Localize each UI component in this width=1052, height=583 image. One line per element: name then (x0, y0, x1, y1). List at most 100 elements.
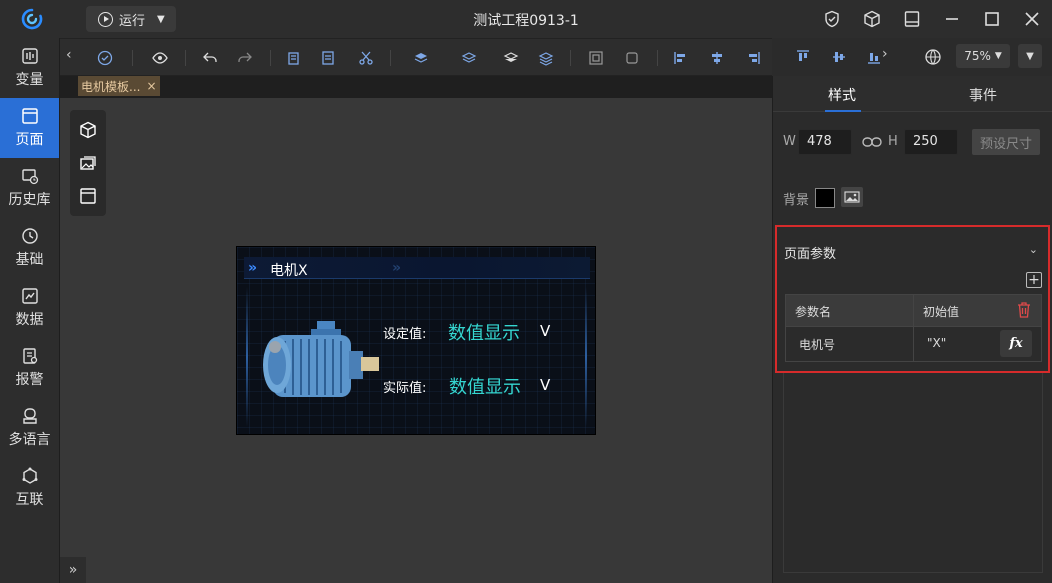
check-icon[interactable] (95, 48, 115, 68)
page-params-section: 页面参数 ⌄ + 参数名 初始值 电机号 "X" fx (775, 225, 1050, 373)
layer-top-icon[interactable] (411, 48, 431, 68)
tab-events[interactable]: 事件 (969, 85, 997, 105)
editor-toolbar: ‹ (60, 38, 772, 76)
shield-icon[interactable] (812, 8, 852, 30)
sidebar-item-alarm[interactable]: 报警 (0, 338, 59, 398)
align-left-icon[interactable] (671, 48, 691, 68)
sidebar-item-basic[interactable]: 基础 (0, 218, 59, 278)
plus-icon: + (1028, 272, 1040, 288)
layer-down-icon[interactable] (501, 48, 521, 68)
cut-icon[interactable] (356, 48, 376, 68)
align-top-icon[interactable] (793, 47, 813, 67)
chevron-down-icon: ▼ (157, 13, 165, 25)
paste-icon[interactable] (318, 48, 338, 68)
sidebar-item-pages[interactable]: 页面 (0, 98, 59, 158)
image-gallery-icon[interactable] (79, 154, 97, 172)
minimize-icon[interactable] (932, 8, 972, 30)
group-icon[interactable] (586, 48, 606, 68)
right-accent-line (585, 287, 587, 427)
width-input[interactable]: 478 (798, 129, 852, 155)
background-color-swatch[interactable] (815, 188, 835, 208)
sidebar-item-history[interactable]: 历史库 (0, 158, 59, 218)
ungroup-icon[interactable] (622, 48, 642, 68)
toolbar-scroll-left-icon[interactable]: ‹ (66, 47, 72, 63)
toolbar-scroll-right-icon[interactable]: › (882, 46, 888, 62)
chevron-down-icon[interactable]: ⌄ (1029, 243, 1038, 256)
double-chevron-right-icon: » (68, 562, 78, 578)
column-header-initial: 初始值 (923, 305, 960, 319)
cube-check-icon[interactable] (852, 8, 892, 30)
undo-icon[interactable] (200, 48, 220, 68)
properties-empty-area (783, 373, 1043, 573)
title-bar: 运行 ▼ 测试工程0913-1 (0, 0, 1052, 38)
align-right-icon[interactable] (743, 48, 763, 68)
basic-icon (21, 228, 38, 244)
link-ratio-icon[interactable] (862, 135, 882, 149)
align-center-h-icon[interactable] (707, 48, 727, 68)
layer-bottom-icon[interactable] (536, 48, 556, 68)
run-button-label: 运行 (119, 13, 146, 29)
add-param-button[interactable]: + (1026, 272, 1042, 288)
app-window: 运行 ▼ 测试工程0913-1 变量 页面 历史库 基础 数据 报警 多语言 互… (0, 0, 1052, 583)
preset-size-button[interactable]: 预设尺寸 (972, 129, 1040, 155)
width-label: W (783, 134, 796, 149)
sidebar: 变量 页面 历史库 基础 数据 报警 多语言 互联 (0, 38, 60, 583)
double-chevron-decor-icon: » (392, 260, 402, 276)
height-input[interactable]: 250 (904, 129, 958, 155)
tab-motor-template[interactable]: 电机模板... × (78, 76, 160, 96)
zoom-select[interactable]: 75% ▼ (956, 44, 1010, 68)
sidebar-item-label: 互联 (15, 492, 44, 508)
setpoint-label: 设定值: (383, 327, 427, 342)
language-icon (22, 408, 37, 424)
background-image-button[interactable] (841, 187, 863, 207)
sidebar-item-language[interactable]: 多语言 (0, 398, 59, 458)
collapse-toolbar-button[interactable]: ▼ (1018, 44, 1042, 68)
background-label: 背景 (783, 193, 810, 208)
double-chevron-icon: » (248, 260, 258, 276)
sidebar-item-label: 数据 (15, 312, 44, 328)
params-table: 参数名 初始值 电机号 "X" fx (785, 294, 1042, 362)
sidebar-item-interconnect[interactable]: 互联 (0, 458, 59, 518)
align-middle-v-icon[interactable] (829, 47, 849, 67)
chevron-down-icon: ▼ (994, 51, 1002, 61)
copy-icon[interactable] (283, 48, 303, 68)
sidebar-item-label: 多语言 (8, 432, 51, 448)
actual-unit: V (540, 376, 551, 394)
globe-icon[interactable] (924, 48, 942, 66)
preview-eye-icon[interactable] (150, 48, 170, 68)
page-window-icon[interactable] (79, 187, 97, 205)
height-label: H (888, 134, 898, 149)
layout-icon[interactable] (892, 8, 932, 30)
tab-close-icon[interactable]: × (146, 79, 156, 93)
interconnect-icon (22, 467, 37, 484)
param-initial-cell[interactable]: "X" (927, 336, 946, 350)
actual-value-display[interactable]: 数值显示 (449, 373, 521, 399)
param-name-cell[interactable]: 电机号 (799, 336, 835, 353)
history-db-icon (21, 169, 38, 185)
redo-icon[interactable] (235, 48, 255, 68)
layer-up-icon[interactable] (459, 48, 479, 68)
align-bottom-icon[interactable] (864, 47, 884, 67)
left-accent-line (246, 287, 248, 427)
fx-expression-button[interactable]: fx (1000, 330, 1032, 357)
motor-image[interactable] (261, 317, 379, 401)
sidebar-item-label: 基础 (15, 252, 44, 268)
run-button[interactable]: 运行 ▼ (86, 6, 176, 32)
sidebar-item-variables[interactable]: 变量 (0, 38, 59, 98)
tab-style[interactable]: 样式 (828, 85, 856, 105)
canvas-floating-toolbar (70, 110, 106, 216)
component-cube-icon[interactable] (79, 121, 97, 139)
expand-sidebar-button[interactable]: » (60, 557, 86, 583)
canvas-page-preview[interactable]: » 电机X » 设定值: 数值显示 V 实际值: 数值显示 V (236, 246, 596, 435)
delete-trash-icon[interactable] (1017, 302, 1031, 318)
sidebar-item-data[interactable]: 数据 (0, 278, 59, 338)
page-params-title: 页面参数 (784, 247, 837, 262)
maximize-icon[interactable] (972, 8, 1012, 30)
document-tabs: 电机模板... × (60, 76, 772, 98)
sidebar-item-label: 报警 (15, 372, 44, 388)
actual-label: 实际值: (383, 381, 427, 396)
setpoint-value-display[interactable]: 数值显示 (448, 319, 520, 345)
close-icon[interactable] (1012, 8, 1052, 30)
sidebar-item-label: 历史库 (8, 192, 51, 208)
variable-icon (21, 48, 38, 64)
